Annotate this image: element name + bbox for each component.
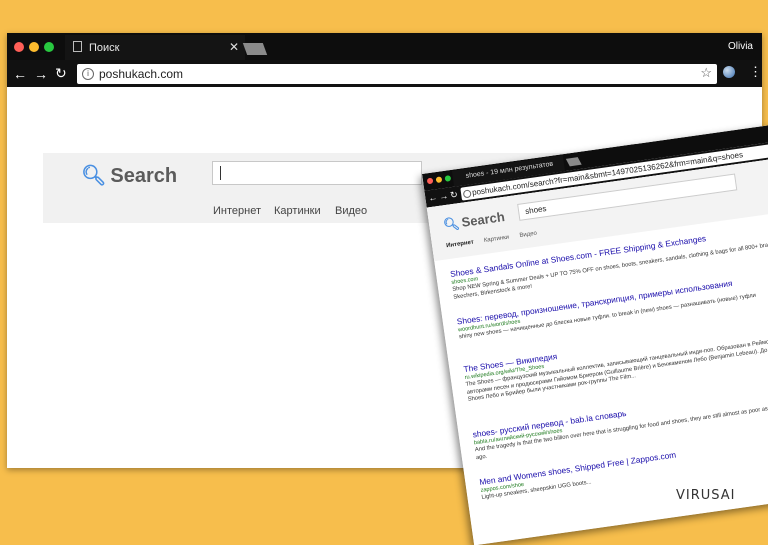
document-icon: [73, 41, 82, 52]
reload-icon[interactable]: ↻: [450, 189, 459, 200]
back-arrow-icon[interactable]: ←: [13, 67, 27, 81]
profile-name[interactable]: Olivia: [728, 41, 753, 52]
tab-title: Поиск: [89, 42, 120, 54]
reload-icon[interactable]: ↻: [55, 66, 67, 80]
new-tab-button[interactable]: [565, 157, 582, 167]
close-window-button[interactable]: [14, 42, 24, 52]
nav-link-video[interactable]: Видео: [519, 231, 537, 239]
forward-arrow-icon[interactable]: →: [34, 67, 48, 81]
info-icon[interactable]: [462, 189, 472, 199]
search-icon: 🔍︎: [81, 165, 107, 187]
star-icon[interactable]: ☆: [700, 65, 712, 81]
search-input[interactable]: [212, 161, 422, 185]
logo-text: Search: [110, 165, 178, 187]
tab-bar: Поиск ✕ Olivia: [7, 33, 762, 60]
url-text: poshukach.com: [99, 67, 184, 81]
minimize-window-button[interactable]: [435, 176, 443, 184]
nav-link-video[interactable]: Видео: [335, 205, 367, 217]
search-logo[interactable]: 🔍︎Search: [442, 209, 506, 233]
watermark: VIRUSAI: [676, 488, 736, 503]
back-arrow-icon[interactable]: ←: [428, 192, 438, 203]
search-icon: 🔍︎: [442, 215, 461, 233]
forward-arrow-icon[interactable]: →: [439, 191, 449, 202]
search-logo[interactable]: 🔍︎Search: [81, 163, 177, 188]
close-icon[interactable]: ✕: [229, 40, 239, 54]
menu-icon[interactable]: ⋮: [749, 64, 762, 80]
info-icon[interactable]: i: [82, 68, 94, 80]
tab-search[interactable]: Поиск ✕: [65, 35, 245, 60]
zoom-window-button[interactable]: [44, 42, 54, 52]
toolbar: ← → ↻ i poshukach.com ☆: [7, 60, 762, 87]
nav-link-internet[interactable]: Интернет: [213, 205, 261, 217]
nav-link-internet[interactable]: Интернет: [446, 239, 474, 249]
zoom-window-button[interactable]: [444, 175, 452, 182]
minimize-window-button[interactable]: [29, 42, 39, 52]
globe-icon[interactable]: [723, 66, 735, 78]
front-browser-window: shoes - 19 млн результатов ← → ↻ poshuka…: [422, 120, 768, 545]
logo-text: Search: [460, 208, 506, 230]
close-window-button[interactable]: [426, 177, 434, 185]
results-page: 🔍︎Search shoes Интернет Картинки Видео S…: [426, 154, 768, 545]
text-caret: [220, 166, 221, 180]
nav-link-images[interactable]: Картинки: [484, 235, 510, 244]
address-bar[interactable]: i poshukach.com ☆: [77, 64, 717, 84]
new-tab-button[interactable]: [242, 43, 268, 55]
nav-link-images[interactable]: Картинки: [274, 205, 321, 217]
